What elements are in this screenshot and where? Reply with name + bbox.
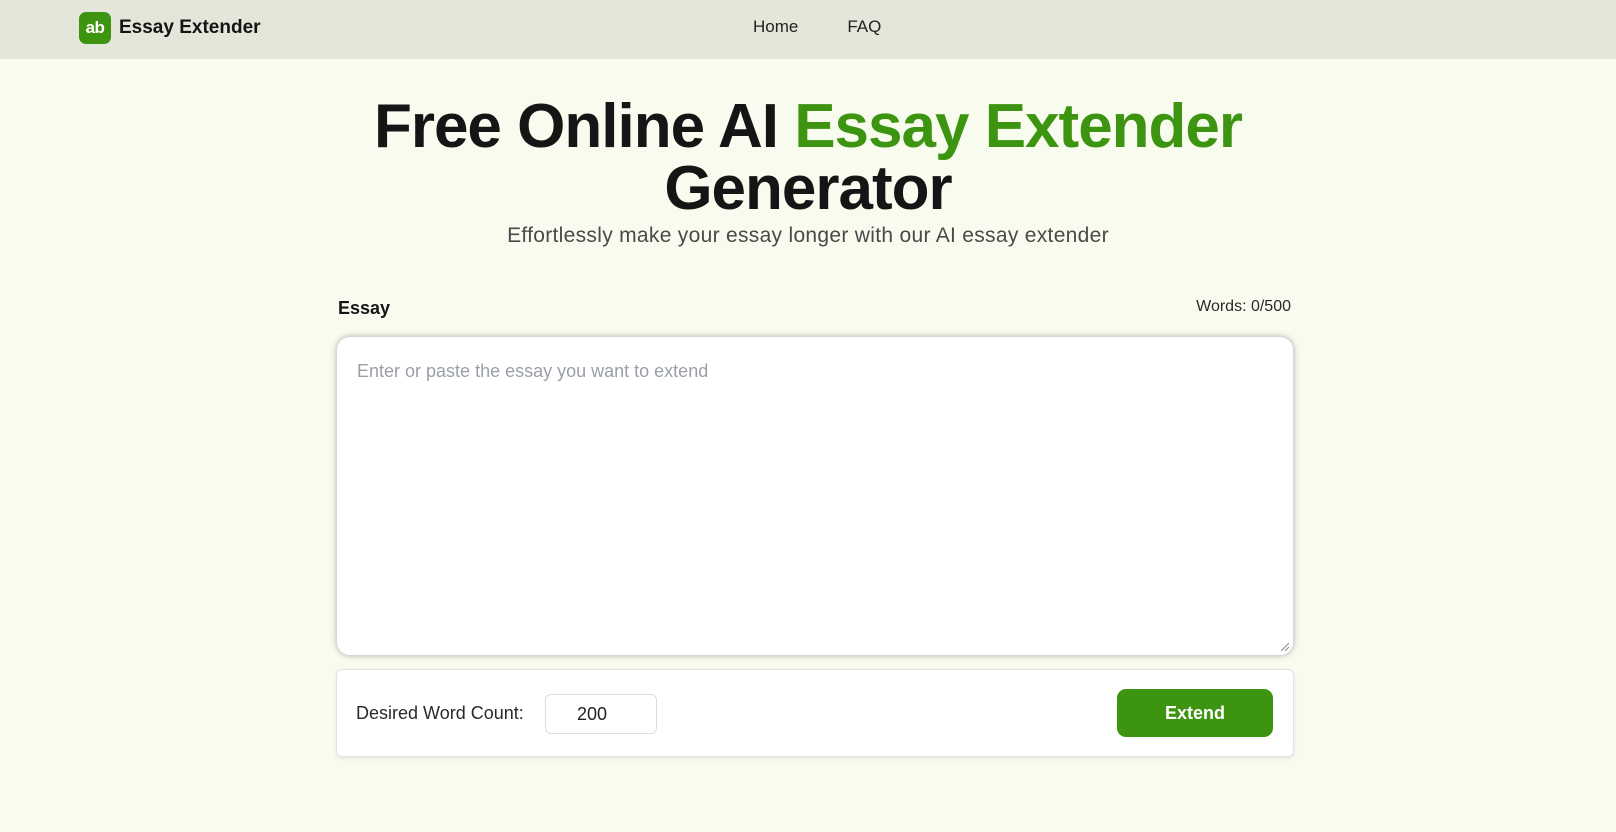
extend-button[interactable]: Extend xyxy=(1117,689,1273,737)
page-title: Free Online AI Essay Extender Generator xyxy=(0,96,1616,220)
hero-section: Free Online AI Essay Extender Generator … xyxy=(0,96,1616,250)
brand-name: Essay Extender xyxy=(119,17,261,38)
word-count-label: Desired Word Count: xyxy=(356,703,524,723)
resize-handle-icon[interactable] xyxy=(1279,641,1289,651)
essay-input-container xyxy=(336,336,1294,656)
nav-faq-link[interactable]: FAQ xyxy=(847,17,881,37)
brand-logo-icon: ab xyxy=(79,12,111,44)
word-counter: Words: 0/500 xyxy=(1196,298,1291,315)
page-subtitle: Effortlessly make your essay longer with… xyxy=(507,224,1109,247)
brand-logo-link[interactable]: ab Essay Extender xyxy=(79,12,261,44)
site-header: ab Essay Extender Home FAQ xyxy=(0,0,1616,59)
page-title-suffix: Generator xyxy=(664,154,952,223)
essay-label: Essay xyxy=(338,298,391,318)
nav-home-link[interactable]: Home xyxy=(753,17,798,37)
main-nav: Home FAQ xyxy=(753,17,930,37)
page-title-prefix: Free Online AI xyxy=(373,92,795,161)
essay-textarea[interactable] xyxy=(337,337,1293,655)
extend-controls: Desired Word Count: Extend xyxy=(336,669,1294,757)
word-count-input[interactable] xyxy=(545,694,657,734)
page-title-accent: Essay Extender xyxy=(794,92,1243,161)
